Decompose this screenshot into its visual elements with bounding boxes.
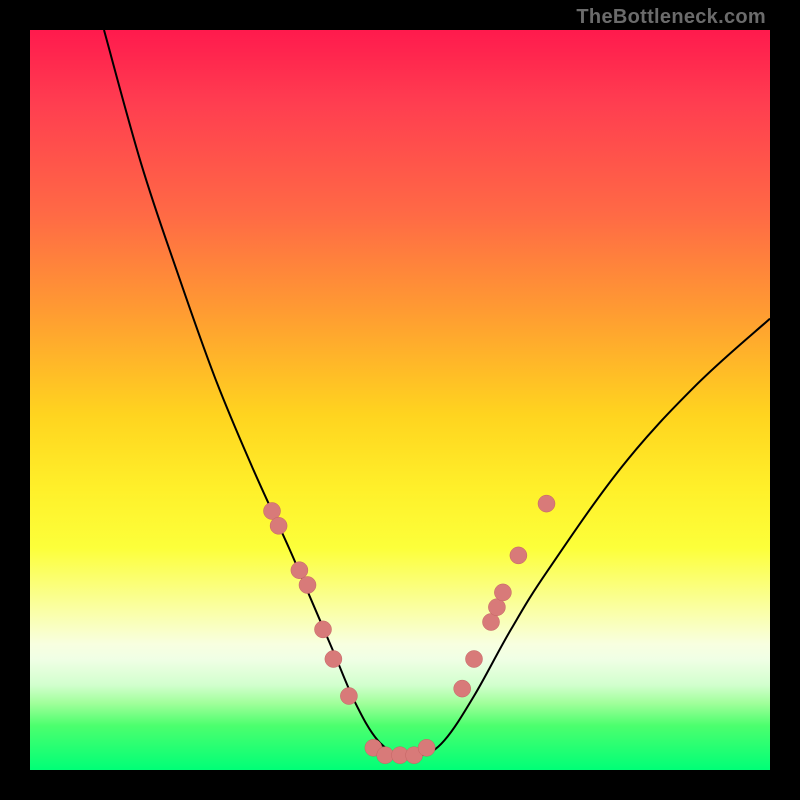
data-point bbox=[291, 562, 308, 579]
bottleneck-curve bbox=[104, 30, 770, 757]
chart-frame: TheBottleneck.com bbox=[0, 0, 800, 800]
data-point bbox=[494, 584, 511, 601]
data-point bbox=[454, 680, 471, 697]
data-point bbox=[377, 747, 394, 764]
plot-area bbox=[30, 30, 770, 770]
curve-layer bbox=[30, 30, 770, 770]
data-point bbox=[466, 651, 483, 668]
data-point bbox=[325, 651, 342, 668]
data-point bbox=[538, 495, 555, 512]
data-point bbox=[299, 577, 316, 594]
data-point bbox=[418, 739, 435, 756]
data-point bbox=[264, 503, 281, 520]
data-point bbox=[483, 614, 500, 631]
data-point bbox=[270, 517, 287, 534]
data-point bbox=[315, 621, 332, 638]
data-point bbox=[340, 688, 357, 705]
data-point bbox=[510, 547, 527, 564]
data-point bbox=[488, 599, 505, 616]
attribution-label: TheBottleneck.com bbox=[576, 6, 766, 29]
